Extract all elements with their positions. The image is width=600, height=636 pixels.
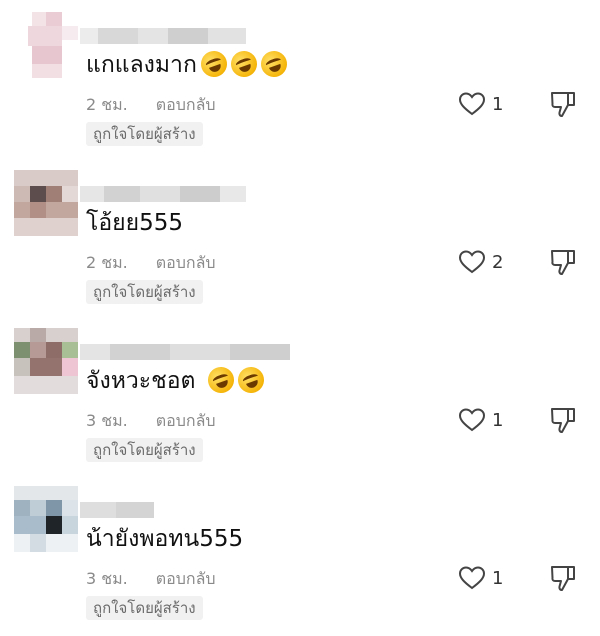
like-button[interactable]: 2 <box>458 249 518 277</box>
reply-button[interactable]: ตอบกลับ <box>156 253 216 272</box>
comment-time: 3 ชม. <box>86 411 128 430</box>
comment-meta: 3 ชม. ตอบกลับ <box>86 567 216 592</box>
comment-item: โอ้ยย555 2 ชม. ตอบกลับ ถูกใจโดยผู้สร้าง 2 <box>0 170 600 320</box>
dislike-button[interactable] <box>548 247 578 281</box>
laughing-emoji-icon <box>233 363 268 397</box>
comment-meta: 2 ชม. ตอบกลับ <box>86 93 216 118</box>
comment-time: 3 ชม. <box>86 569 128 588</box>
laughing-emoji-icon <box>227 47 261 81</box>
comment-item: แกแลงมาก 2 ชม. ตอบกลับ ถูกใจโดยผู้สร้าง 1 <box>0 12 600 162</box>
liked-by-creator-badge: ถูกใจโดยผู้สร้าง <box>86 596 203 620</box>
thumbs-down-icon <box>551 250 575 275</box>
laughing-emoji-icon <box>197 47 231 81</box>
avatar[interactable] <box>14 328 78 394</box>
thumbs-down-icon <box>551 92 575 117</box>
heart-outline-icon <box>458 250 486 274</box>
comment-text: น้ายังพอทน555 <box>86 526 244 552</box>
like-count: 1 <box>492 94 504 115</box>
like-button[interactable]: 1 <box>458 407 518 435</box>
avatar[interactable] <box>14 486 78 552</box>
comment-time: 2 ชม. <box>86 253 128 272</box>
heart-outline-icon <box>458 92 486 116</box>
like-count: 2 <box>492 252 504 273</box>
comment-text: แกแลงมาก <box>86 47 291 81</box>
avatar[interactable] <box>14 12 78 78</box>
comment-meta: 3 ชม. ตอบกลับ <box>86 409 216 434</box>
liked-by-creator-badge: ถูกใจโดยผู้สร้าง <box>86 122 203 146</box>
dislike-button[interactable] <box>548 405 578 439</box>
comment-text: โอ้ยย555 <box>86 210 184 236</box>
dislike-button[interactable] <box>548 89 578 123</box>
like-count: 1 <box>492 410 504 431</box>
liked-by-creator-badge: ถูกใจโดยผู้สร้าง <box>86 280 203 304</box>
comment-time: 2 ชม. <box>86 95 128 114</box>
like-count: 1 <box>492 568 504 589</box>
reply-button[interactable]: ตอบกลับ <box>156 569 216 588</box>
avatar[interactable] <box>14 170 78 236</box>
heart-outline-icon <box>458 566 486 590</box>
reply-button[interactable]: ตอบกลับ <box>156 411 216 430</box>
like-button[interactable]: 1 <box>458 565 518 593</box>
heart-outline-icon <box>458 408 486 432</box>
comment-item: น้ายังพอทน555 3 ชม. ตอบกลับ ถูกใจโดยผู้สร… <box>0 486 600 636</box>
comment-meta: 2 ชม. ตอบกลับ <box>86 251 216 276</box>
reply-button[interactable]: ตอบกลับ <box>156 95 216 114</box>
dislike-button[interactable] <box>548 563 578 597</box>
laughing-emoji-icon <box>257 47 291 81</box>
comment-text: จังหวะชอต <box>86 363 268 397</box>
thumbs-down-icon <box>551 566 575 591</box>
laughing-emoji-icon <box>203 363 238 397</box>
thumbs-down-icon <box>551 408 575 433</box>
comment-item: จังหวะชอต 3 ชม. ตอบกลับ ถูกใจโดยผู้สร้าง … <box>0 328 600 478</box>
like-button[interactable]: 1 <box>458 91 518 119</box>
liked-by-creator-badge: ถูกใจโดยผู้สร้าง <box>86 438 203 462</box>
